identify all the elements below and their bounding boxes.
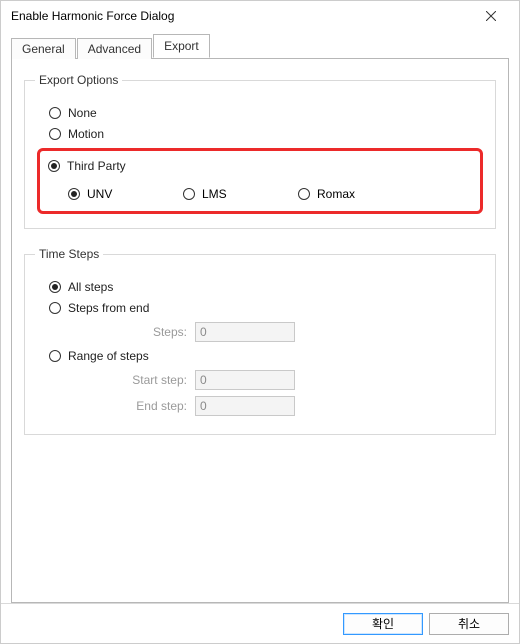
radio-all-steps-label: All steps xyxy=(68,280,113,294)
radio-unv-label: UNV xyxy=(87,187,112,201)
group-export-options: Export Options None Motion Third Party xyxy=(24,73,496,229)
third-party-sub-options: UNV LMS Romax xyxy=(46,187,474,201)
radio-unv[interactable]: UNV xyxy=(68,187,183,201)
tab-general[interactable]: General xyxy=(11,38,76,59)
label-steps: Steps: xyxy=(75,325,195,339)
radio-lms[interactable]: LMS xyxy=(183,187,298,201)
radio-third-party[interactable]: Third Party xyxy=(48,159,474,173)
radio-steps-from-end-label: Steps from end xyxy=(68,301,149,315)
radio-icon xyxy=(298,188,310,200)
radio-icon xyxy=(49,302,61,314)
radio-none[interactable]: None xyxy=(49,106,485,120)
group-export-options-legend: Export Options xyxy=(35,73,122,87)
radio-icon xyxy=(49,350,61,362)
window-title: Enable Harmonic Force Dialog xyxy=(11,9,471,23)
radio-steps-from-end[interactable]: Steps from end xyxy=(49,301,485,315)
radio-all-steps[interactable]: All steps xyxy=(49,280,485,294)
close-icon xyxy=(486,11,496,21)
radio-icon xyxy=(49,107,61,119)
row-start-step: Start step: xyxy=(35,370,485,390)
ok-button[interactable]: 확인 xyxy=(343,613,423,635)
row-end-step: End step: xyxy=(35,396,485,416)
radio-motion[interactable]: Motion xyxy=(49,127,485,141)
titlebar: Enable Harmonic Force Dialog xyxy=(1,1,519,31)
radio-romax-label: Romax xyxy=(317,187,355,201)
radio-none-label: None xyxy=(68,106,97,120)
radio-range-of-steps[interactable]: Range of steps xyxy=(49,349,485,363)
radio-lms-label: LMS xyxy=(202,187,227,201)
radio-icon xyxy=(68,188,80,200)
label-start-step: Start step: xyxy=(75,373,195,387)
tab-export[interactable]: Export xyxy=(153,34,210,58)
radio-icon xyxy=(183,188,195,200)
input-start-step xyxy=(195,370,295,390)
radio-range-of-steps-label: Range of steps xyxy=(68,349,149,363)
radio-icon xyxy=(49,128,61,140)
dialog-footer: 확인 취소 xyxy=(1,603,519,643)
tab-advanced[interactable]: Advanced xyxy=(77,38,152,59)
cancel-button[interactable]: 취소 xyxy=(429,613,509,635)
label-end-step: End step: xyxy=(75,399,195,413)
radio-icon xyxy=(48,160,60,172)
radio-icon xyxy=(49,281,61,293)
radio-romax[interactable]: Romax xyxy=(298,187,355,201)
input-steps xyxy=(195,322,295,342)
tab-page-export: Export Options None Motion Third Party xyxy=(11,58,509,603)
tabstrip: General Advanced Export xyxy=(11,35,509,58)
client-area: General Advanced Export Export Options N… xyxy=(1,31,519,603)
close-button[interactable] xyxy=(471,2,511,30)
input-end-step xyxy=(195,396,295,416)
row-steps: Steps: xyxy=(35,322,485,342)
radio-motion-label: Motion xyxy=(68,127,104,141)
highlight-third-party: Third Party UNV LMS Romax xyxy=(37,148,483,214)
dialog-window: Enable Harmonic Force Dialog General Adv… xyxy=(0,0,520,644)
radio-third-party-label: Third Party xyxy=(67,159,126,173)
group-time-steps-legend: Time Steps xyxy=(35,247,103,261)
group-time-steps: Time Steps All steps Steps from end Step… xyxy=(24,247,496,435)
